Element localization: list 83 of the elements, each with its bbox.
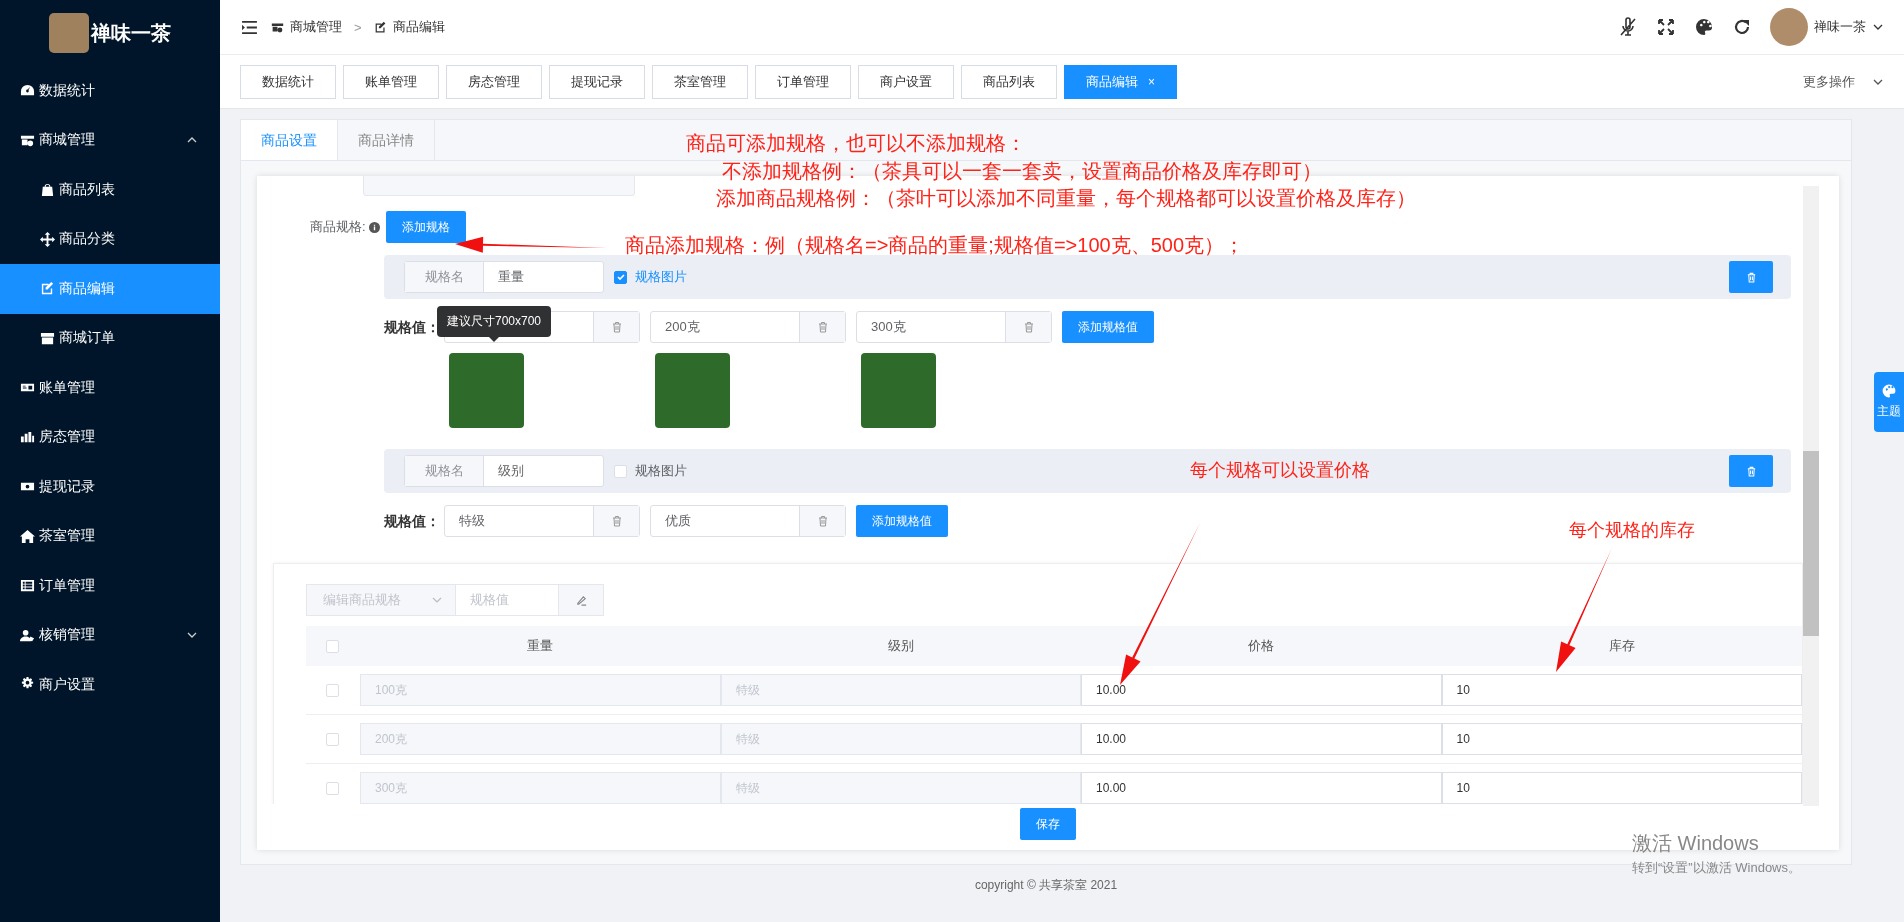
table-input[interactable]: 10 xyxy=(1441,772,1802,804)
edit-icon xyxy=(373,20,387,34)
list-icon xyxy=(20,578,35,594)
activation-notice-title: 激活 Windows xyxy=(1632,831,1760,856)
breadcrumb-separator: > xyxy=(354,19,362,35)
table-input[interactable]: 10.00 xyxy=(1081,772,1442,804)
house-icon xyxy=(20,528,35,544)
palette-icon[interactable] xyxy=(1694,17,1714,37)
refresh-icon[interactable] xyxy=(1732,17,1752,37)
logo-photo-placeholder xyxy=(49,13,89,53)
sidebar-item[interactable]: 商城订单 xyxy=(0,313,220,363)
store-icon xyxy=(40,330,55,346)
annotation-text: 商品添加规格：例（规格名=>商品的重量;规格值=>100克、500克）； xyxy=(625,233,1244,258)
annotation-text: 添加商品规格例：（茶叶可以添加不同重量，每个规格都可以设置价格及库存） xyxy=(716,186,1416,211)
column-header: 级别 xyxy=(886,637,915,655)
product-photo-placeholder[interactable] xyxy=(861,353,936,428)
palette-icon xyxy=(1881,382,1897,399)
sidebar-item[interactable]: 商户设置 xyxy=(0,660,220,710)
pen-icon xyxy=(574,593,588,607)
sidebar-item[interactable]: 房态管理 xyxy=(0,412,220,462)
input-field[interactable] xyxy=(363,176,635,196)
table-input[interactable]: 10 xyxy=(1441,723,1802,755)
field-label: 规格值： xyxy=(384,512,440,531)
column-header: 重量 xyxy=(526,637,555,655)
annotation-text: 商品可添加规格，也可以不添加规格： xyxy=(686,131,1026,156)
tooltip: 建议尺寸700x700 xyxy=(437,306,552,342)
table-input[interactable]: 10 xyxy=(1441,674,1802,706)
column-header: 库存 xyxy=(1607,637,1636,655)
page-tab[interactable]: 商品列表 xyxy=(961,64,1057,99)
breadcrumb-item[interactable]: 商品编辑 xyxy=(392,18,445,36)
sidebar-item[interactable]: 数据统计 xyxy=(0,66,220,116)
info-icon xyxy=(368,221,380,233)
page-tab[interactable]: 提现记录 xyxy=(549,64,645,99)
bag-icon xyxy=(40,182,55,198)
page-tab[interactable]: 数据统计 xyxy=(240,64,336,99)
checkbox[interactable] xyxy=(614,270,627,284)
building-icon xyxy=(20,429,35,445)
sidebar-item[interactable]: 核销管理 xyxy=(0,610,220,660)
sidebar-item[interactable]: 商城管理 xyxy=(0,115,220,165)
move-icon xyxy=(40,231,55,247)
sidebar-item[interactable]: 账单管理 xyxy=(0,363,220,413)
page-tab[interactable]: 茶室管理 xyxy=(652,64,748,99)
page-tab[interactable]: 房态管理 xyxy=(446,64,542,99)
sidebar-item[interactable]: 商品列表 xyxy=(0,165,220,215)
avatar-photo-placeholder[interactable] xyxy=(1770,8,1808,46)
menu-icon[interactable] xyxy=(242,20,257,34)
annotation-text: 不添加规格例：（茶具可以一套一套卖，设置商品价格及库存即可） xyxy=(722,159,1322,184)
page-tab[interactable]: 账单管理 xyxy=(343,64,439,99)
edit-icon xyxy=(40,281,55,297)
brand-name: 禅味一茶 xyxy=(91,20,171,46)
field-label: 规格值： xyxy=(384,318,440,337)
user-icon xyxy=(20,627,35,643)
field-label: 商品规格: xyxy=(310,218,366,236)
edit-button[interactable] xyxy=(559,584,604,616)
page-tab[interactable]: 订单管理 xyxy=(755,64,851,99)
fullscreen-icon[interactable] xyxy=(1656,17,1676,37)
page-tab[interactable]: 商户设置 xyxy=(858,64,954,99)
delete-button[interactable] xyxy=(1729,261,1773,293)
form-tab[interactable]: 商品详情 xyxy=(338,120,435,160)
sidebar-item[interactable]: 商品分类 xyxy=(0,214,220,264)
scrollbar[interactable] xyxy=(1803,186,1819,806)
delete-button[interactable] xyxy=(1729,455,1773,487)
table-input[interactable]: 10.00 xyxy=(1081,674,1442,706)
shop-icon xyxy=(271,20,284,34)
annotation-text: 每个规格的库存 xyxy=(1569,519,1695,542)
user-name[interactable]: 禅味一茶 xyxy=(1814,18,1866,36)
copyright-text: copyright © 共享茶室 2021 xyxy=(973,877,1119,894)
trash-icon xyxy=(1745,465,1757,477)
mic-off-icon[interactable] xyxy=(1618,17,1638,37)
checkbox-label[interactable]: 规格图片 xyxy=(635,462,687,480)
column-header: 价格 xyxy=(1247,637,1276,655)
product-photo-placeholder[interactable] xyxy=(449,353,524,428)
delete-icon[interactable] xyxy=(593,312,639,342)
activation-notice-text: 转到“设置”以激活 Windows。 xyxy=(1632,859,1801,877)
table-input[interactable]: 10.00 xyxy=(1081,723,1442,755)
sidebar-item[interactable]: 茶室管理 xyxy=(0,511,220,561)
annotation-text: 每个规格可以设置价格 xyxy=(1190,459,1370,482)
more-actions-dropdown[interactable]: 更多操作 xyxy=(1803,72,1855,91)
sidebar-item[interactable]: 提现记录 xyxy=(0,462,220,512)
trash-icon xyxy=(1745,271,1757,283)
breadcrumb-item[interactable]: 商城管理 xyxy=(290,18,342,36)
product-photo-placeholder[interactable] xyxy=(655,353,730,428)
sidebar-item[interactable]: 订单管理 xyxy=(0,561,220,611)
